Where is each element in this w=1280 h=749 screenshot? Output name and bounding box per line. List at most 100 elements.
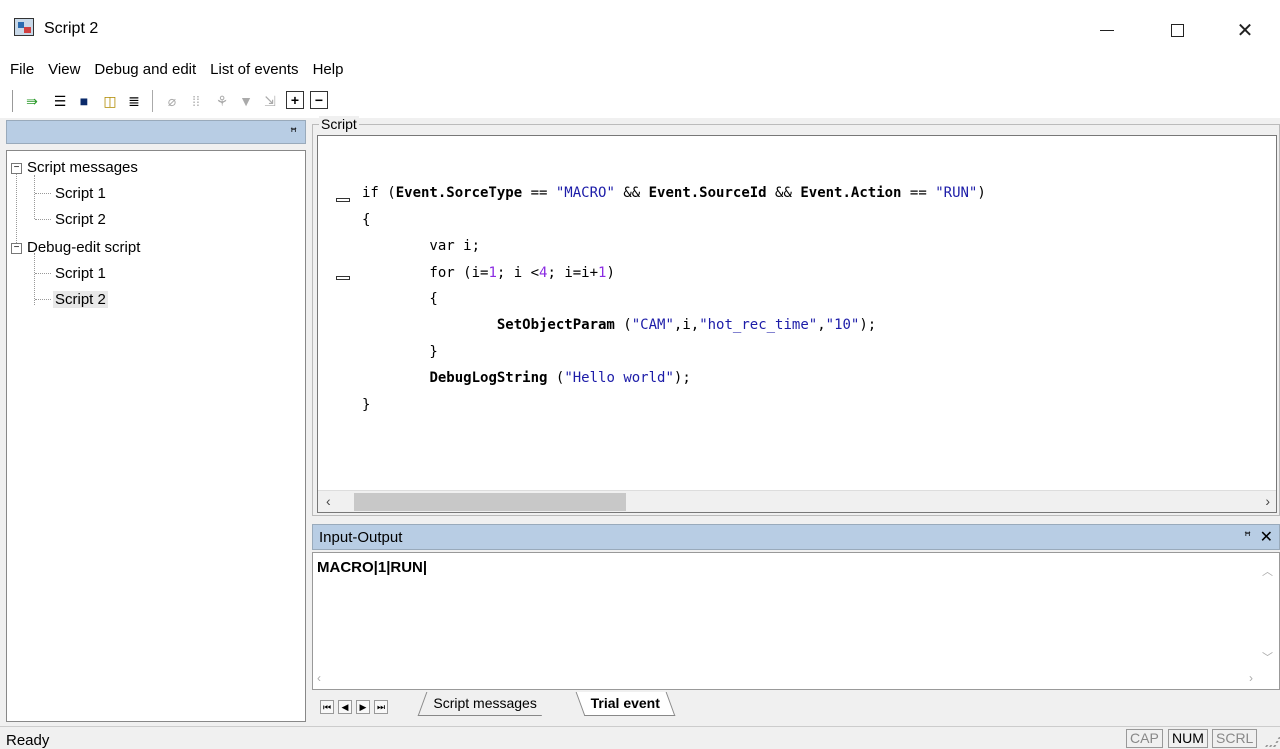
scroll-left-icon[interactable]: ‹: [326, 493, 331, 509]
io-panel-header: Input-Output ꟸ ✕: [312, 524, 1280, 550]
io-output-area[interactable]: MACRO|1|RUN| ︿ ﹀ ‹ ›: [312, 552, 1280, 690]
tree-item-script-2[interactable]: Script 2: [55, 211, 106, 228]
close-icon: ✕: [1236, 19, 1254, 42]
maximize-icon: [1170, 23, 1184, 37]
code-line-5: {: [362, 291, 438, 308]
scroll-left-icon[interactable]: ‹: [317, 671, 321, 685]
breakpoint-icon: ⚘: [215, 92, 229, 109]
fold-icon[interactable]: [336, 276, 350, 280]
run-button[interactable]: ⇛: [22, 91, 42, 111]
tree-line: [35, 273, 51, 274]
scroll-up-icon[interactable]: ︿: [1262, 563, 1273, 579]
step-button[interactable]: ☰: [50, 91, 70, 111]
code-area[interactable]: if (Event.SorceType == "MACRO" && Event.…: [362, 154, 986, 418]
minimize-icon: [1100, 29, 1114, 31]
filter-button[interactable]: ▼: [236, 91, 256, 111]
save-button[interactable]: ■: [74, 91, 94, 111]
status-bar: Ready CAP NUM SCRL: [0, 726, 1280, 749]
editor-gutter: [318, 136, 358, 490]
list-button[interactable]: ≣: [124, 91, 144, 111]
menu-list-of-events[interactable]: List of events: [210, 61, 298, 78]
toolbar: ⇛ ☰ ■ ◫ ≣ ⌀ ⁞⁞ ⚘ ▼ ⇲ + −: [0, 82, 1280, 118]
scroll-right-icon[interactable]: ›: [1265, 493, 1270, 509]
tree-line: [34, 175, 35, 219]
step-over-button[interactable]: ⇲: [260, 91, 280, 111]
fold-icon[interactable]: [336, 198, 350, 202]
next-tab-icon[interactable]: ▶: [356, 700, 370, 714]
scrl-indicator: SCRL: [1212, 729, 1258, 748]
run-icon: ⇛: [26, 92, 38, 109]
menu-file[interactable]: File: [10, 61, 34, 78]
window-title: Script 2: [44, 20, 99, 37]
prev-tab-icon[interactable]: ◀: [338, 700, 352, 714]
cap-indicator: CAP: [1126, 729, 1163, 748]
tab-script-messages[interactable]: Script messages: [417, 692, 551, 716]
eraser-icon: ⌀: [167, 92, 177, 109]
tree-line: [35, 299, 51, 300]
app-icon: [14, 18, 34, 36]
tree-line: [16, 167, 17, 247]
menu-view[interactable]: View: [48, 61, 80, 78]
io-panel-title: Input-Output: [319, 529, 403, 546]
tree-group-script-messages[interactable]: Script messages: [27, 159, 138, 176]
script-tree: − Script messages Script 1 Script 2 − De…: [6, 150, 306, 722]
breakpoint-button[interactable]: ⚘: [212, 91, 232, 111]
grid-icon: ⁞⁞: [192, 93, 200, 109]
pin-icon[interactable]: ꟸ: [290, 125, 297, 139]
script-editor[interactable]: if (Event.SorceType == "MACRO" && Event.…: [317, 135, 1277, 513]
editor-horizontal-scrollbar[interactable]: ‹ ›: [318, 490, 1276, 512]
toolbar-separator: [152, 90, 153, 112]
tree-line: [34, 253, 35, 305]
title-bar: Script 2 ✕: [0, 0, 1280, 56]
toolbar-grip: [12, 90, 14, 112]
maximize-button[interactable]: [1154, 10, 1200, 50]
plus-icon: +: [290, 92, 300, 108]
minimize-button[interactable]: [1084, 10, 1130, 50]
grid-button[interactable]: ⁞⁞: [186, 91, 206, 111]
menu-help[interactable]: Help: [313, 61, 344, 78]
new-button[interactable]: ◫: [100, 91, 120, 111]
step-over-icon: ⇲: [264, 92, 276, 109]
first-tab-icon[interactable]: ⏮: [320, 700, 334, 714]
expand-button[interactable]: +: [286, 91, 304, 109]
collapse-icon[interactable]: −: [11, 163, 22, 174]
tree-group-debug-edit-script[interactable]: Debug-edit script: [27, 239, 140, 256]
collapse-button[interactable]: −: [310, 91, 328, 109]
num-indicator: NUM: [1168, 729, 1208, 748]
minus-icon: −: [314, 92, 324, 108]
script-legend: Script: [319, 116, 359, 132]
status-text: Ready: [6, 732, 50, 749]
last-tab-icon[interactable]: ⏭: [374, 700, 388, 714]
code-line-9: }: [362, 396, 371, 413]
collapse-icon[interactable]: −: [11, 243, 22, 254]
code-line-2: {: [362, 211, 371, 228]
left-pane-header: ꟸ: [6, 120, 306, 144]
tree-item-script-1[interactable]: Script 1: [55, 265, 106, 282]
menu-bar: File View Debug and edit List of events …: [0, 56, 1280, 82]
close-icon[interactable]: ✕: [1260, 527, 1273, 547]
code-line-8: DebugLogString ("Hello world");: [429, 370, 691, 387]
menu-debug-and-edit[interactable]: Debug and edit: [94, 61, 196, 78]
scroll-right-icon[interactable]: ›: [1249, 671, 1253, 685]
tree-item-script-2-selected[interactable]: Script 2: [53, 291, 108, 308]
new-file-icon: ◫: [103, 92, 117, 109]
tab-bar: ⏮ ◀ ▶ ⏭ Script messages Trial event: [312, 692, 1280, 720]
code-line-4: for (i=1; i <4; i=i+1): [362, 264, 615, 281]
script-group: Script if (Event.SorceType == "MACRO" &&…: [312, 116, 1280, 516]
left-pane: ꟸ − Script messages Script 1 Script 2 − …: [0, 118, 306, 726]
pin-icon[interactable]: ꟸ: [1244, 529, 1251, 543]
tab-label: Trial event: [590, 695, 660, 711]
list-icon: ≣: [128, 92, 140, 109]
scroll-thumb[interactable]: [354, 493, 626, 511]
tree-line: [35, 193, 51, 194]
scroll-down-icon[interactable]: ﹀: [1262, 649, 1273, 665]
tree-item-script-1[interactable]: Script 1: [55, 185, 106, 202]
tab-trial-event[interactable]: Trial event: [575, 692, 676, 716]
filter-icon: ▼: [239, 93, 253, 109]
io-output-text: MACRO|1|RUN|: [317, 559, 428, 576]
tab-label: Script messages: [433, 695, 537, 711]
save-icon: ■: [79, 93, 89, 109]
resize-grip-icon[interactable]: [1265, 737, 1280, 747]
erase-button[interactable]: ⌀: [162, 91, 182, 111]
close-button[interactable]: ✕: [1222, 10, 1268, 50]
